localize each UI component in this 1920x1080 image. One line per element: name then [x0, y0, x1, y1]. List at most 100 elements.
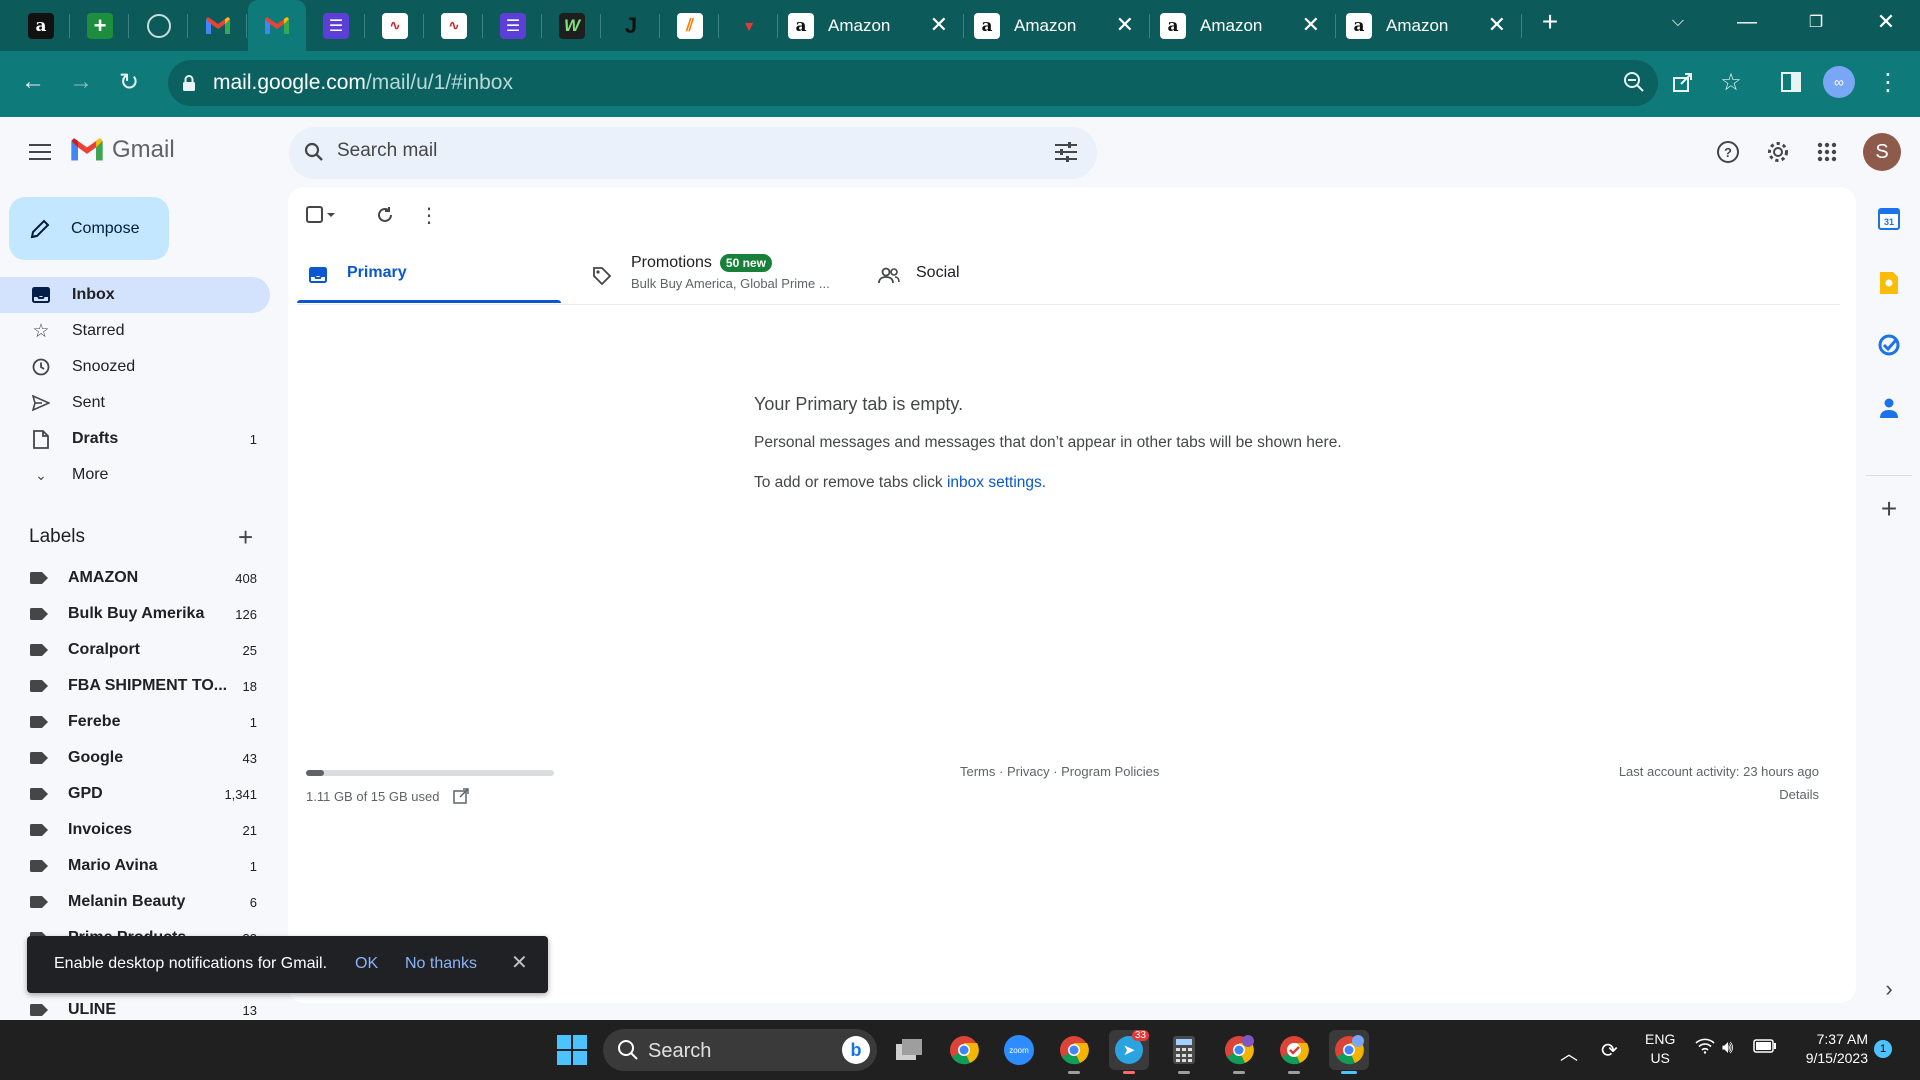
settings-gear-icon[interactable] [1758, 132, 1798, 172]
chrome-icon[interactable] [944, 1030, 984, 1070]
help-icon[interactable]: ? [1708, 132, 1748, 172]
compose-button[interactable]: Compose [9, 197, 169, 260]
nav-snoozed[interactable]: Snoozed [0, 349, 270, 385]
snackbar-no-thanks-button[interactable]: No thanks [405, 955, 477, 973]
nav-starred[interactable]: ☆ Starred [0, 313, 270, 349]
gmail-logo[interactable]: Gmail [70, 136, 175, 164]
tab-amazon-2[interactable]: a Amazon ✕ [964, 0, 1150, 51]
search-icon[interactable] [294, 132, 334, 172]
tab-green-w[interactable]: W [543, 0, 601, 51]
inbox-settings-link[interactable]: inbox settings [947, 474, 1042, 491]
tab-amazon-3[interactable]: a Amazon ✕ [1150, 0, 1336, 51]
tab-sheets[interactable]: + [71, 0, 129, 51]
back-arrow-icon[interactable]: ← [15, 64, 51, 100]
chrome-profile-icon[interactable] [1054, 1030, 1094, 1074]
share-icon[interactable] [1665, 64, 1701, 100]
label-item[interactable]: Google 43 [0, 740, 270, 776]
label-item[interactable]: Mario Avina 1 [0, 848, 270, 884]
label-item[interactable]: FBA SHIPMENT TO... 18 [0, 668, 270, 704]
details-link[interactable]: Details [1779, 787, 1819, 802]
account-avatar[interactable]: S [1863, 133, 1901, 171]
close-tab-icon[interactable]: ✕ [1488, 12, 1506, 38]
reload-icon[interactable]: ↻ [111, 64, 147, 100]
minimize-button[interactable]: — [1717, 0, 1777, 44]
tab-search-chevron-icon[interactable]: ⌵ [1648, 0, 1708, 44]
refresh-icon[interactable] [365, 195, 405, 235]
select-all-checkbox[interactable] [300, 195, 340, 235]
get-addons-plus-icon[interactable]: + [1872, 492, 1906, 526]
label-item[interactable]: AMAZON 408 [0, 560, 270, 596]
chrome-profile-d-icon[interactable] [1219, 1030, 1259, 1074]
search-options-icon[interactable] [1046, 132, 1086, 172]
add-label-button[interactable]: + [238, 522, 253, 553]
tab-promotions[interactable]: Promotions 50 new Bulk Buy America, Glob… [588, 250, 853, 306]
keep-icon[interactable] [1872, 266, 1906, 300]
clock[interactable]: 7:37 AM 9/15/2023 [1790, 1031, 1868, 1066]
label-item[interactable]: Invoices 21 [0, 812, 270, 848]
terms-link[interactable]: Terms [960, 764, 995, 779]
tab-dark-logo[interactable]: J [602, 0, 660, 51]
chrome-profile-active-icon[interactable] [1329, 1030, 1369, 1074]
close-tab-icon[interactable]: ✕ [1302, 12, 1320, 38]
calculator-icon[interactable] [1164, 1030, 1204, 1074]
zoom-app-icon[interactable]: zoom [999, 1030, 1039, 1070]
storage-usage-text[interactable]: 1.11 GB of 15 GB used [306, 788, 469, 804]
task-view-icon[interactable] [889, 1030, 929, 1070]
tab-orange-logo[interactable]: ⫽ [661, 0, 719, 51]
calendar-icon[interactable]: 31 [1872, 202, 1906, 236]
forward-arrow-icon[interactable]: → [63, 64, 99, 100]
bookmark-star-icon[interactable]: ☆ [1713, 64, 1749, 100]
volume-icon[interactable]: 🔊︎ [1722, 1037, 1733, 1058]
telegram-icon[interactable]: ➤ 33 [1109, 1030, 1149, 1074]
lock-icon[interactable] [171, 65, 207, 101]
zoom-icon[interactable] [1616, 64, 1652, 100]
search-input[interactable]: Search mail [337, 140, 437, 162]
snackbar-ok-button[interactable]: OK [355, 955, 378, 973]
tab-amazon-4[interactable]: a Amazon ✕ [1336, 0, 1522, 51]
close-icon[interactable]: ✕ [511, 950, 528, 975]
restore-button[interactable]: ❐ [1786, 0, 1846, 44]
tab-chart-site[interactable]: ∿ [366, 0, 424, 51]
tab-list-app[interactable]: ☰ [307, 0, 365, 51]
label-item[interactable]: Coralport 25 [0, 632, 270, 668]
nav-more[interactable]: ⌄ More [0, 457, 270, 493]
tab-amazon-pinned[interactable]: a [12, 0, 70, 51]
tab-primary[interactable]: Primary [297, 250, 561, 306]
notification-count-badge[interactable]: 1 [1874, 1040, 1892, 1058]
tab-chart-site-2[interactable]: ∿ [425, 0, 483, 51]
close-tab-icon[interactable]: ✕ [1116, 12, 1134, 38]
close-window-button[interactable]: ✕ [1856, 0, 1916, 44]
side-panel-icon[interactable] [1773, 64, 1809, 100]
chrome-profile-check-icon[interactable] [1274, 1030, 1314, 1074]
tab-gmail-active[interactable] [248, 0, 306, 51]
label-item[interactable]: Melanin Beauty 6 [0, 884, 270, 920]
privacy-link[interactable]: Privacy [1007, 764, 1050, 779]
label-item[interactable]: Bulk Buy Amerika 126 [0, 596, 270, 632]
tab-list-app-2[interactable]: ☰ [484, 0, 542, 51]
nav-sent[interactable]: Sent [0, 385, 270, 421]
tab-gmail-other[interactable] [189, 0, 247, 51]
program-policies-link[interactable]: Program Policies [1061, 764, 1159, 779]
tab-web[interactable] [130, 0, 188, 51]
tray-overflow-chevron-icon[interactable]: ︿ [1560, 1040, 1578, 1066]
new-tab-button[interactable]: + [1520, 0, 1580, 44]
profile-avatar-icon[interactable]: ∞ [1821, 64, 1857, 100]
close-tab-icon[interactable]: ✕ [930, 12, 948, 38]
nav-inbox[interactable]: Inbox [0, 277, 270, 313]
windows-start-icon[interactable] [552, 1030, 592, 1070]
bing-icon[interactable]: b [836, 1030, 876, 1070]
contacts-icon[interactable] [1872, 391, 1906, 425]
label-item[interactable]: Ferebe 1 [0, 704, 270, 740]
chevron-right-icon[interactable]: › [1872, 972, 1906, 1006]
sync-icon[interactable]: ⟳ [1601, 1038, 1618, 1063]
open-external-icon[interactable] [453, 788, 469, 804]
tab-amazon-1[interactable]: a Amazon ✕ [778, 0, 964, 51]
browser-menu-icon[interactable]: ⋮ [1870, 64, 1906, 100]
language-indicator[interactable]: ENG US [1645, 1031, 1675, 1066]
main-menu-icon[interactable] [20, 132, 60, 172]
apps-grid-icon[interactable] [1807, 132, 1847, 172]
tab-social[interactable]: Social [875, 250, 1075, 306]
nav-drafts[interactable]: Drafts 1 [0, 421, 270, 457]
label-item[interactable]: GPD 1,341 [0, 776, 270, 812]
battery-icon[interactable] [1753, 1039, 1777, 1053]
